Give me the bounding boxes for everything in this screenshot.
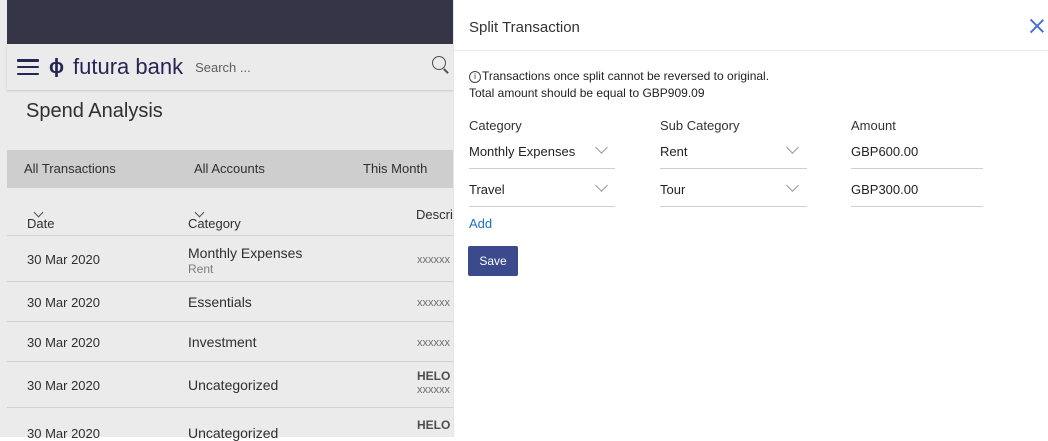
- subcategory-select[interactable]: Tour: [660, 176, 807, 207]
- chevron-down-icon: [595, 179, 608, 192]
- info-icon: i: [469, 71, 481, 83]
- category-select[interactable]: Travel: [469, 176, 615, 207]
- category-value: Travel: [469, 182, 505, 197]
- amount-value: GBP600.00: [851, 144, 919, 159]
- category-value: Monthly Expenses: [469, 144, 576, 159]
- subcategory-value: Tour: [660, 182, 686, 197]
- add-split-link[interactable]: Add: [469, 216, 492, 231]
- subcategory-label: Sub Category: [660, 118, 740, 133]
- note-line-2: Total amount should be equal to GBP909.0…: [469, 86, 705, 100]
- panel-header: Split Transaction: [454, 0, 1048, 51]
- chevron-down-icon: [786, 141, 799, 154]
- chevron-down-icon: [595, 141, 608, 154]
- note-line-1: Transactions once split cannot be revers…: [482, 69, 770, 83]
- subcategory-value: Rent: [660, 144, 688, 159]
- close-icon[interactable]: [1029, 18, 1045, 34]
- category-label: Category: [469, 118, 522, 133]
- modal-overlay[interactable]: [0, 0, 453, 437]
- amount-input[interactable]: GBP300.00: [851, 176, 983, 207]
- chevron-down-icon: [786, 179, 799, 192]
- category-select[interactable]: Monthly Expenses: [469, 138, 615, 169]
- amount-input[interactable]: GBP600.00: [851, 138, 983, 169]
- save-button[interactable]: Save: [468, 246, 518, 276]
- amount-label: Amount: [851, 118, 896, 133]
- panel-title: Split Transaction: [469, 19, 580, 36]
- info-note: i Transactions once split cannot be rever…: [469, 68, 769, 102]
- split-transaction-panel: Split Transaction i Transactions once spl…: [453, 0, 1048, 437]
- amount-value: GBP300.00: [851, 182, 919, 197]
- subcategory-select[interactable]: Rent: [660, 138, 807, 169]
